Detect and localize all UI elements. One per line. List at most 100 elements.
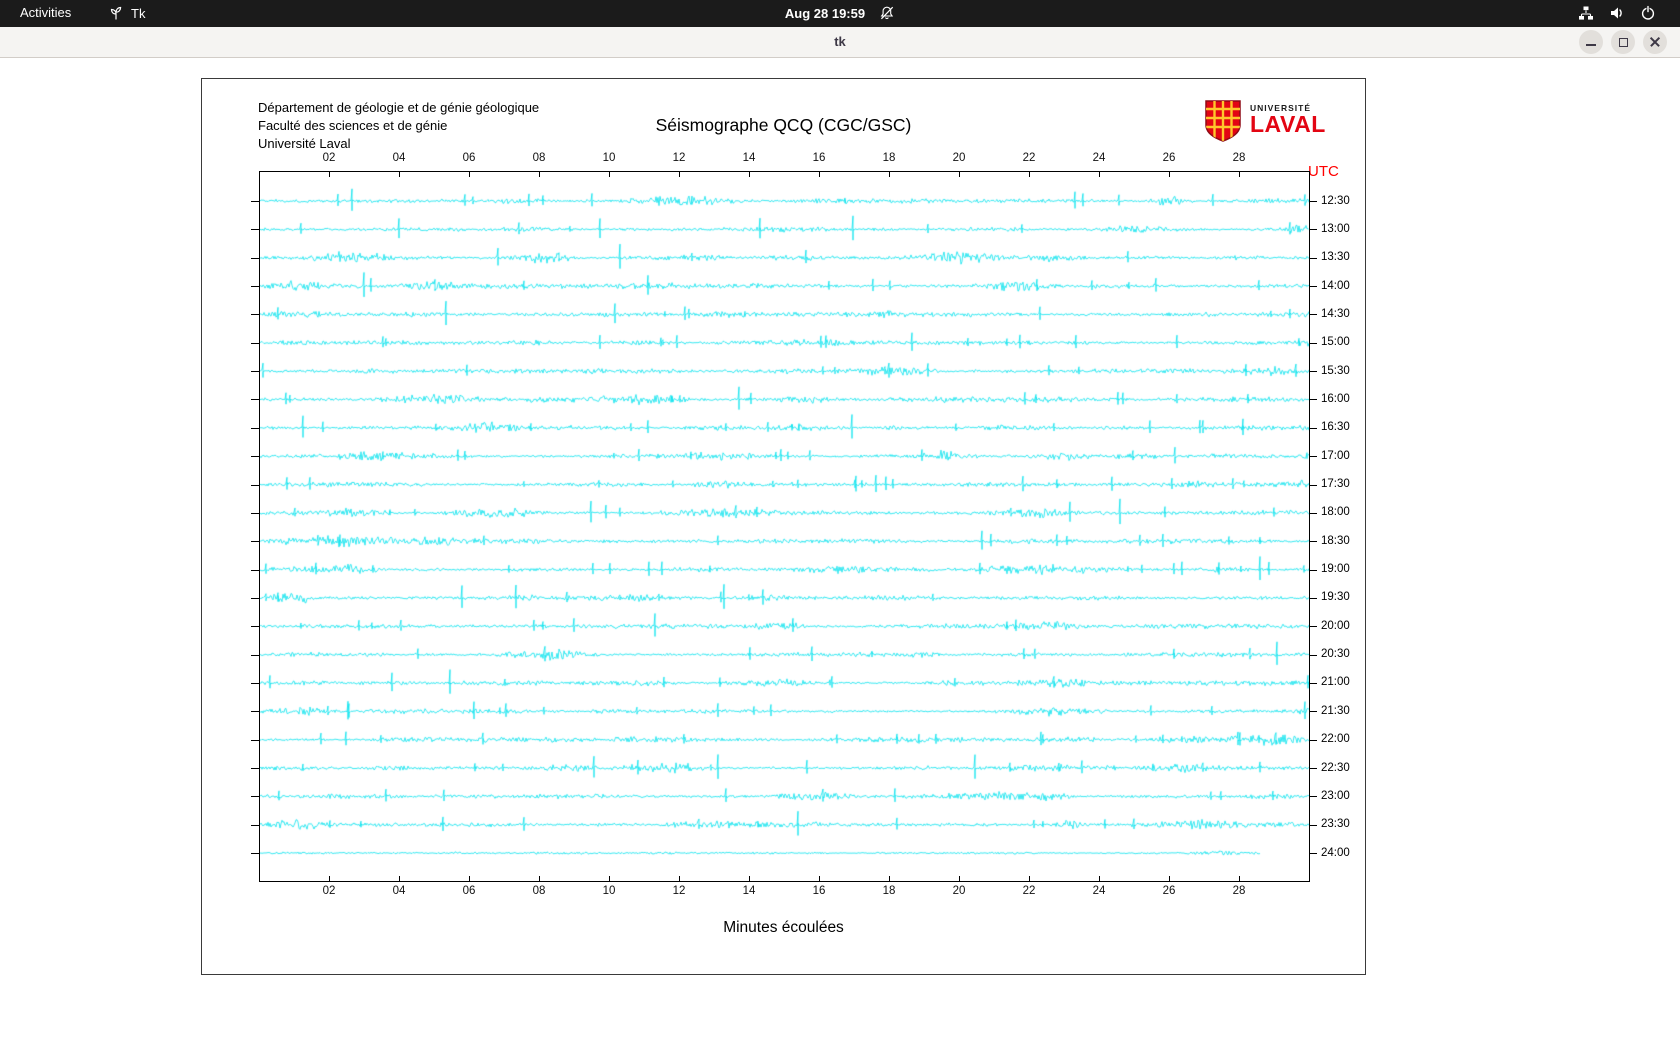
trace-time-label: 23:00 bbox=[1321, 789, 1350, 802]
trace-time-label: 21:00 bbox=[1321, 676, 1350, 689]
x-axis-top: 02 04 06 08 10 12 14 16 18 20 22 24 26 28 bbox=[259, 152, 1310, 167]
trace-tick-left bbox=[251, 371, 259, 373]
volume-icon bbox=[1609, 5, 1625, 21]
trace-tick-left bbox=[251, 201, 259, 202]
trace-tick-right bbox=[1309, 399, 1317, 401]
x-tick-label-top: 16 bbox=[812, 152, 826, 164]
x-axis-tick bbox=[679, 172, 680, 177]
network-icon bbox=[1578, 5, 1594, 21]
trace-tick-left bbox=[251, 824, 259, 826]
trace-time-label: 22:30 bbox=[1321, 761, 1350, 774]
trace-tick-right bbox=[1309, 796, 1317, 798]
clock-button[interactable]: Aug 28 19:59 bbox=[775, 3, 905, 23]
trace-tick-right bbox=[1309, 597, 1317, 599]
x-axis-tick bbox=[469, 876, 470, 881]
tk-indicator-label: Tk bbox=[131, 5, 146, 21]
x-tick-label-bottom: 22 bbox=[1022, 885, 1036, 897]
minimize-button[interactable] bbox=[1579, 30, 1603, 54]
trace-tick-left bbox=[251, 626, 259, 628]
trace-time-label: 16:30 bbox=[1321, 421, 1350, 434]
x-axis-title: Minutes écoulées bbox=[723, 919, 844, 936]
trace-tick-left bbox=[251, 314, 259, 316]
institution-line-3: Université Laval bbox=[258, 136, 351, 151]
x-axis-tick bbox=[1029, 172, 1030, 177]
power-icon bbox=[1640, 5, 1656, 21]
x-axis-tick bbox=[819, 172, 820, 177]
trace-tick-right bbox=[1309, 342, 1317, 344]
trace-tick-right bbox=[1309, 824, 1317, 826]
trace-time-label: 18:00 bbox=[1321, 506, 1350, 519]
x-axis-tick bbox=[469, 172, 470, 177]
x-axis-tick bbox=[889, 172, 890, 177]
clock-label: Aug 28 19:59 bbox=[784, 5, 866, 21]
trace-time-label: 14:30 bbox=[1321, 307, 1350, 320]
trace-tick-left bbox=[251, 853, 259, 855]
x-tick-label-top: 18 bbox=[882, 152, 896, 164]
x-tick-label-bottom: 02 bbox=[322, 885, 336, 897]
x-axis-tick bbox=[749, 172, 750, 177]
trace-tick-left bbox=[251, 569, 259, 571]
x-tick-label-top: 20 bbox=[952, 152, 966, 164]
x-tick-label-bottom: 18 bbox=[882, 885, 896, 897]
trace-tick-right bbox=[1309, 626, 1317, 628]
x-axis-tick bbox=[399, 876, 400, 881]
laval-shield-icon bbox=[1204, 99, 1242, 148]
x-axis-tick bbox=[679, 876, 680, 881]
chart-title: Séismographe QCQ (CGC/GSC) bbox=[655, 115, 912, 135]
trace-tick-right bbox=[1309, 569, 1317, 571]
maximize-button[interactable] bbox=[1611, 30, 1635, 54]
x-tick-label-bottom: 14 bbox=[742, 885, 756, 897]
x-tick-label-top: 24 bbox=[1092, 152, 1106, 164]
trace-tick-left bbox=[251, 257, 259, 259]
trace-tick-left bbox=[251, 597, 259, 599]
trace-tick-right bbox=[1309, 739, 1317, 741]
maximize-icon bbox=[1618, 37, 1628, 47]
trace-time-label: 17:30 bbox=[1321, 478, 1350, 490]
x-tick-label-top: 14 bbox=[742, 152, 756, 164]
x-tick-label-bottom: 04 bbox=[392, 885, 406, 897]
x-tick-label-top: 22 bbox=[1022, 152, 1036, 164]
trace-tick-right bbox=[1309, 257, 1317, 259]
trace-tick-left bbox=[251, 399, 259, 401]
x-tick-label-top: 26 bbox=[1162, 152, 1176, 164]
trace-tick-left bbox=[251, 229, 259, 231]
trace-time-label: 24:00 bbox=[1321, 846, 1350, 859]
system-tray-button[interactable] bbox=[1566, 3, 1668, 23]
trace-tick-right bbox=[1309, 541, 1317, 543]
window-content: Département de géologie et de génie géol… bbox=[0, 58, 1680, 1050]
x-axis-tick bbox=[1099, 876, 1100, 881]
window-titlebar[interactable]: tk bbox=[0, 27, 1680, 58]
trace-tick-left bbox=[251, 541, 259, 543]
trace-tick-left bbox=[251, 682, 259, 684]
activities-button[interactable]: Activities bbox=[10, 3, 81, 22]
trace-tick-left bbox=[251, 768, 259, 769]
x-tick-label-bottom: 24 bbox=[1092, 885, 1106, 897]
x-tick-label-top: 28 bbox=[1232, 152, 1246, 164]
x-axis-tick bbox=[889, 876, 890, 881]
x-axis-tick bbox=[539, 876, 540, 881]
gnome-top-bar: Activities Tk Aug 28 19:59 bbox=[0, 0, 1680, 27]
x-axis-tick bbox=[539, 172, 540, 177]
x-tick-label-top: 04 bbox=[392, 152, 406, 164]
x-axis-tick bbox=[1169, 876, 1170, 881]
trace-tick-right bbox=[1309, 371, 1317, 373]
tk-app-indicator[interactable]: Tk bbox=[100, 3, 153, 23]
trace-tick-right bbox=[1309, 201, 1317, 202]
notifications-off-icon bbox=[879, 5, 895, 21]
trace-time-label: 14:00 bbox=[1321, 279, 1350, 292]
utc-label: UTC bbox=[1308, 163, 1339, 180]
tk-icon bbox=[108, 5, 124, 21]
trace-tick-right bbox=[1309, 314, 1317, 316]
trace-time-label: 15:00 bbox=[1321, 336, 1350, 349]
trace-tick-left bbox=[251, 654, 259, 656]
trace-tick-right bbox=[1309, 427, 1317, 429]
trace-tick-left bbox=[251, 739, 259, 741]
trace-time-label: 22:00 bbox=[1321, 733, 1350, 746]
trace-time-label: 12:30 bbox=[1321, 194, 1350, 207]
x-tick-label-bottom: 16 bbox=[812, 885, 826, 897]
window-title: tk bbox=[834, 34, 846, 49]
x-axis-tick bbox=[1099, 172, 1100, 177]
trace-tick-left bbox=[251, 711, 259, 713]
close-button[interactable] bbox=[1643, 30, 1667, 54]
x-axis-bottom: 02 04 06 08 10 12 14 16 18 20 22 24 26 28 bbox=[259, 885, 1310, 900]
